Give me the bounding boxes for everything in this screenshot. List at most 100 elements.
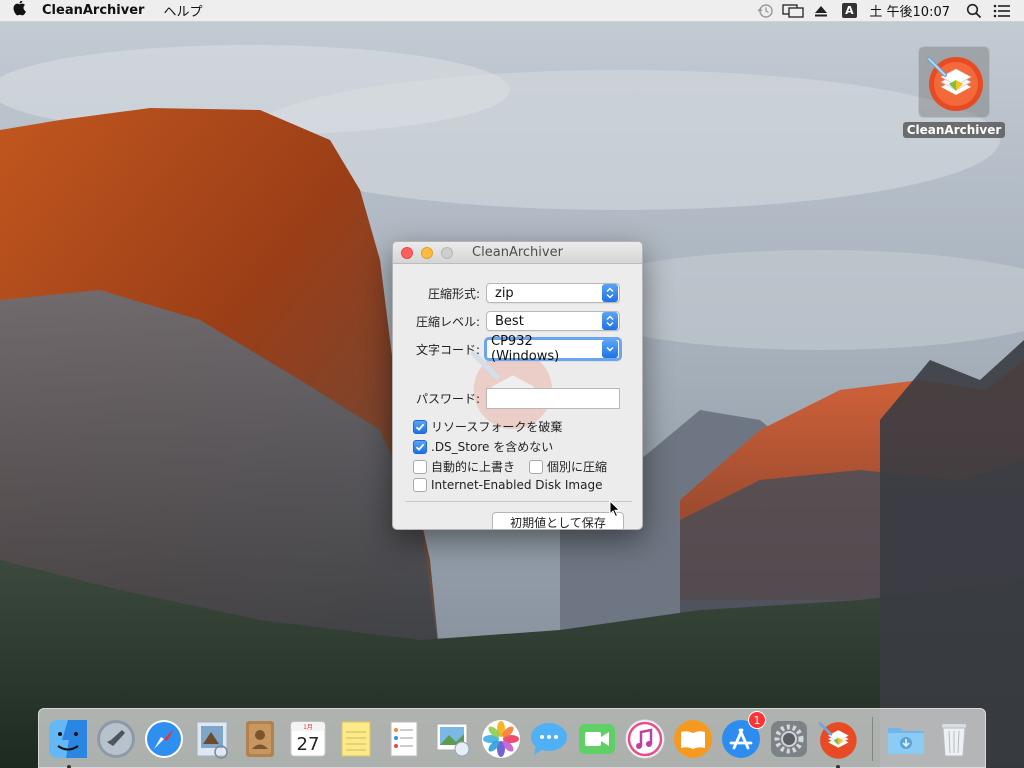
eject-icon[interactable] (807, 0, 835, 22)
password-label: パスワード: (415, 392, 480, 406)
ibooks-book-icon (673, 720, 712, 758)
password-field[interactable] (486, 388, 620, 409)
internet-enabled-disk-image-checkbox[interactable]: Internet-Enabled Disk Image (413, 478, 602, 492)
dock-app-store[interactable]: 1 (718, 711, 766, 763)
checkbox-checked-icon (413, 439, 427, 454)
desktop-icon-cleanarchiver[interactable]: CleanArchiver (902, 46, 1006, 138)
dock-finder[interactable] (45, 715, 91, 768)
dock-divider (872, 717, 874, 761)
preview-photos-icon (436, 723, 470, 757)
compression-level-label: 圧縮レベル: (415, 314, 480, 329)
dock-ibooks[interactable] (670, 715, 716, 763)
compress-individually-checkbox[interactable]: 個別に圧縮 (529, 458, 607, 475)
window-title: CleanArchiver (472, 245, 563, 260)
messages-bubble-icon (530, 723, 567, 755)
chevron-down-icon (602, 340, 618, 358)
window-titlebar[interactable]: CleanArchiver (393, 242, 642, 264)
window-content: 圧縮形式: zip 圧縮レベル: Best 文字コード: CP932 (Wind… (393, 264, 642, 529)
time-machine-icon[interactable] (751, 0, 779, 22)
dock-trash[interactable] (931, 715, 977, 763)
reminders-list-icon (390, 721, 418, 757)
finder-icon (49, 720, 88, 758)
app-store-update-badge: 1 (747, 711, 766, 729)
save-defaults-button[interactable]: 初期値として保存 (492, 512, 624, 529)
compression-level-value: Best (495, 313, 524, 329)
mouse-cursor-icon (609, 499, 621, 522)
dock-launchpad[interactable] (93, 715, 139, 763)
system-preferences-gear-icon (770, 721, 807, 757)
minimize-button[interactable] (421, 247, 433, 259)
char-code-row: 文字コード: CP932 (Windows) (393, 334, 642, 364)
dock-itunes[interactable] (622, 715, 668, 763)
mail-stamp-icon (196, 721, 228, 759)
safari-compass-icon (145, 720, 184, 758)
zoom-button[interactable] (441, 247, 453, 259)
window-controls (401, 247, 453, 259)
notification-center-icon[interactable] (988, 0, 1016, 22)
itunes-music-icon (625, 719, 665, 759)
auto-overwrite-label: 自動的に上書き (431, 460, 516, 474)
discard-resource-fork-label: リソースフォークを破棄 (431, 420, 563, 434)
menu-bar: CleanArchiver ヘルプ A 土 午後10:07 (0, 0, 1024, 22)
launchpad-rocket-icon (97, 720, 136, 758)
checkbox-unchecked-icon (413, 478, 427, 492)
compression-level-popup[interactable]: Best (486, 311, 620, 331)
cleanarchiver-dock-icon (818, 722, 857, 759)
checkbox-checked-icon (413, 419, 427, 434)
menu-clock[interactable]: 土 午後10:07 (863, 1, 960, 20)
calendar-month: 1月 (303, 724, 313, 731)
compress-individually-label: 個別に圧縮 (547, 460, 608, 474)
dock: 1月 27 1 (38, 708, 986, 768)
compression-format-row: 圧縮形式: zip (393, 283, 642, 303)
photos-flower-icon (481, 720, 520, 758)
dock-preview[interactable] (430, 715, 476, 763)
contacts-book-icon (246, 721, 275, 757)
dock-mail[interactable] (189, 715, 235, 763)
app-menu[interactable]: CleanArchiver (40, 3, 154, 18)
checkbox-unchecked-icon (413, 459, 427, 474)
dock-contacts[interactable] (237, 715, 283, 763)
exclude-ds-store-checkbox[interactable]: .DS_Store を含めない (413, 438, 553, 455)
apple-menu-icon[interactable] (0, 0, 40, 21)
trash-icon (942, 724, 967, 757)
dock-downloads-folder[interactable] (883, 715, 929, 763)
dock-cleanarchiver[interactable] (814, 715, 860, 768)
checkbox-unchecked-icon (529, 459, 543, 474)
window-separator (405, 501, 632, 502)
input-source-icon[interactable]: A (835, 0, 863, 22)
notes-icon (341, 721, 371, 757)
char-code-value: CP932 (Windows) (491, 334, 560, 364)
dock-notes[interactable] (333, 715, 379, 763)
updown-arrows-icon (602, 284, 618, 302)
help-menu[interactable]: ヘルプ (154, 1, 211, 20)
dock-reminders[interactable] (381, 715, 427, 763)
compression-format-value: zip (495, 285, 514, 301)
downloads-folder-icon (888, 728, 925, 754)
password-row: パスワード: (393, 388, 642, 409)
cleanarchiver-app-icon (918, 46, 990, 118)
dock-facetime[interactable] (574, 715, 620, 763)
calendar-icon: 1月 27 (290, 721, 326, 757)
compression-format-popup[interactable]: zip (486, 283, 620, 303)
exclude-ds-store-label: .DS_Store を含めない (431, 440, 554, 454)
dock-messages[interactable] (526, 715, 572, 763)
spotlight-search-icon[interactable] (960, 0, 988, 22)
cleanarchiver-window: CleanArchiver 圧縮形式: zip 圧縮レベル: Best 文字コー… (392, 241, 643, 530)
updown-arrows-icon (602, 312, 618, 330)
calendar-day: 27 (297, 734, 320, 755)
auto-overwrite-checkbox[interactable]: 自動的に上書き (413, 458, 515, 475)
char-code-popup[interactable]: CP932 (Windows) (484, 334, 622, 364)
char-code-label: 文字コード: (415, 342, 480, 357)
compression-level-row: 圧縮レベル: Best (393, 311, 642, 331)
internet-enabled-disk-image-label: Internet-Enabled Disk Image (431, 478, 603, 492)
airplay-display-icon[interactable] (779, 0, 807, 22)
dock-system-preferences[interactable] (766, 715, 812, 763)
desktop-icon-label: CleanArchiver (902, 122, 1006, 138)
dock-photos[interactable] (478, 715, 524, 763)
close-button[interactable] (401, 247, 413, 259)
facetime-camera-icon (578, 724, 615, 754)
dock-safari[interactable] (141, 715, 187, 763)
discard-resource-fork-checkbox[interactable]: リソースフォークを破棄 (413, 418, 562, 435)
compression-format-label: 圧縮形式: (427, 286, 480, 301)
dock-calendar[interactable]: 1月 27 (285, 715, 331, 763)
